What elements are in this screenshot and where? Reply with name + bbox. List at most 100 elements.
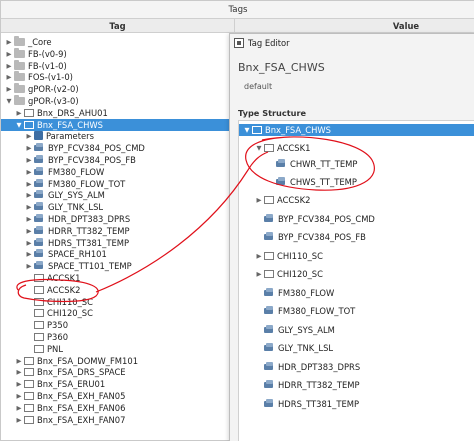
expand-arrow-icon[interactable]: ▶: [5, 36, 13, 48]
tree-item-label: HDRS_TT381_TEMP: [48, 237, 130, 248]
collapse-arrow-icon[interactable]: ▼: [243, 124, 251, 136]
expand-arrow-icon[interactable]: ▶: [255, 268, 263, 280]
expand-arrow-icon[interactable]: ▶: [25, 154, 33, 166]
expand-arrow-icon[interactable]: ▶: [25, 225, 33, 237]
tree-item[interactable]: ▶ FOS-(v1-0): [1, 71, 235, 83]
expand-arrow-icon[interactable]: ▶: [25, 166, 33, 178]
type-structure-item[interactable]: ▶ ACCSK2: [239, 194, 474, 206]
type-structure-item[interactable]: CHWR_TT_TEMP: [239, 158, 474, 170]
type-structure-item-label: FM380_FLOW_TOT: [278, 306, 356, 316]
tree-item[interactable]: P360: [1, 331, 235, 343]
tree-item[interactable]: ▼ Bnx_FSA_CHWS: [1, 118, 235, 131]
collapse-arrow-icon[interactable]: ▼: [5, 95, 13, 107]
tree-item[interactable]: P350: [1, 319, 235, 331]
tree-item[interactable]: CHI110_SC: [1, 296, 235, 308]
type-structure-item[interactable]: ▶ CHI110_SC: [239, 250, 474, 262]
tree-item[interactable]: ACCSK2: [1, 284, 235, 296]
tree-item[interactable]: ▶ FM380_FLOW: [1, 166, 235, 178]
expand-arrow-icon[interactable]: ▶: [5, 71, 13, 83]
tree-item[interactable]: ▶ SPACE_TT101_TEMP: [1, 260, 235, 272]
column-header: Tag Value: [1, 19, 474, 33]
tree-item[interactable]: ▶ Bnx_FSA_EXH_FAN07: [1, 414, 235, 426]
expand-arrow-icon[interactable]: ▶: [25, 213, 33, 225]
tag-icon: [264, 362, 275, 371]
tree-item-label: GLY_SYS_ALM: [48, 190, 105, 201]
udt-instance-icon: [24, 415, 34, 424]
expand-arrow-icon[interactable]: ▶: [25, 130, 33, 142]
tree-item[interactable]: ▶ FB-(v1-0): [1, 59, 235, 72]
expand-arrow-icon[interactable]: ▶: [15, 414, 23, 426]
tree-item[interactable]: ▶ Bnx_FSA_EXH_FAN05: [1, 390, 235, 402]
expand-arrow-icon[interactable]: ▶: [25, 178, 33, 190]
type-structure-item[interactable]: GLY_SYS_ALM: [239, 324, 474, 336]
expand-arrow-icon[interactable]: ▶: [15, 355, 23, 367]
type-structure-item[interactable]: HDRR_TT382_TEMP: [239, 379, 474, 391]
expand-arrow-icon[interactable]: ▶: [255, 194, 263, 206]
tree-item[interactable]: ▼ gPOR-(v3-0): [1, 95, 235, 107]
expand-arrow-icon[interactable]: ▶: [5, 83, 13, 95]
expand-arrow-icon[interactable]: ▶: [5, 48, 13, 60]
type-structure-item[interactable]: BYP_FCV384_POS_FB: [239, 231, 474, 243]
tag-icon: [264, 343, 275, 352]
tree-item[interactable]: ▶ HDRS_TT381_TEMP: [1, 237, 235, 249]
udt-instance-icon: [24, 356, 34, 365]
expand-arrow-icon[interactable]: ▶: [25, 260, 33, 272]
type-structure-item-label: BYP_FCV384_POS_CMD: [278, 214, 375, 224]
tree-item[interactable]: ▶ Bnx_DRS_AHU01: [1, 107, 235, 119]
type-structure-item[interactable]: GLY_TNK_LSL: [239, 342, 474, 354]
column-header-value[interactable]: Value: [361, 19, 451, 33]
type-structure-item[interactable]: HDR_DPT383_DPRS: [239, 361, 474, 373]
expand-arrow-icon[interactable]: ▶: [15, 366, 23, 378]
expand-arrow-icon[interactable]: ▶: [15, 378, 23, 390]
tree-item[interactable]: ACCSK1: [1, 272, 235, 284]
tree-item[interactable]: ▶ FM380_FLOW_TOT: [1, 178, 235, 190]
dialog-title-bar[interactable]: Tag Editor: [230, 34, 474, 52]
expand-arrow-icon[interactable]: ▶: [15, 390, 23, 402]
collapse-arrow-icon[interactable]: ▼: [255, 142, 263, 154]
tree-item[interactable]: ▶ _Core: [1, 36, 235, 48]
tree-item[interactable]: ▶ GLY_TNK_LSL: [1, 201, 235, 213]
tree-item[interactable]: ▶ Bnx_FSA_ERU01: [1, 378, 235, 390]
tree-item[interactable]: ▶ gPOR-(v2-0): [1, 83, 235, 95]
expand-arrow-icon[interactable]: ▶: [25, 189, 33, 201]
tree-item[interactable]: ▶ SPACE_RH101: [1, 248, 235, 260]
tree-item[interactable]: PNL: [1, 343, 235, 355]
tree-item[interactable]: ▶ BYP_FCV384_POS_FB: [1, 154, 235, 166]
type-structure-item[interactable]: CHWS_TT_TEMP: [239, 176, 474, 188]
expand-arrow-icon[interactable]: ▶: [25, 201, 33, 213]
expand-arrow-icon[interactable]: ▶: [25, 248, 33, 260]
expand-arrow-icon[interactable]: ▶: [255, 250, 263, 262]
tree-item[interactable]: ▶ Bnx_FSA_DRS_SPACE: [1, 366, 235, 378]
expand-arrow-icon[interactable]: ▶: [15, 402, 23, 414]
type-structure-item[interactable]: BYP_FCV384_POS_CMD: [239, 213, 474, 225]
type-structure-item[interactable]: FM380_FLOW_TOT: [239, 305, 474, 317]
tag-icon: [34, 214, 45, 223]
tree-item-label: P350: [47, 320, 69, 331]
type-structure-item[interactable]: HDRS_TT381_TEMP: [239, 398, 474, 410]
tree-item[interactable]: ▶ GLY_SYS_ALM: [1, 189, 235, 201]
expand-arrow-icon[interactable]: ▶: [25, 142, 33, 154]
expand-arrow-icon[interactable]: ▶: [5, 60, 13, 72]
tree-item[interactable]: ▶ FB-(v0-9): [1, 47, 235, 60]
column-header-tag[interactable]: Tag: [1, 19, 235, 33]
tree-item[interactable]: ▶ Parameters: [1, 130, 235, 142]
type-structure-item[interactable]: ▼ Bnx_FSA_CHWS: [239, 124, 474, 136]
expand-arrow-icon[interactable]: ▶: [25, 237, 33, 249]
tree-item[interactable]: ▶ Bnx_FSA_EXH_FAN06: [1, 402, 235, 414]
type-structure-item[interactable]: FM380_FLOW: [239, 287, 474, 299]
tree-item[interactable]: ▶ Bnx_FSA_DOMW_FM101: [1, 355, 235, 367]
folder-icon: [14, 36, 25, 46]
type-structure-item[interactable]: ▶ CHI120_SC: [239, 268, 474, 280]
expand-arrow-icon[interactable]: ▶: [15, 107, 23, 119]
tree-item-label: FM380_FLOW: [48, 166, 105, 177]
tree-item[interactable]: ▶ HDR_DPT383_DPRS: [1, 213, 235, 225]
tree-item-label: SPACE_RH101: [48, 249, 107, 260]
tree-item[interactable]: ▶ HDRR_TT382_TEMP: [1, 225, 235, 237]
tag-name: Bnx_FSA_CHWS: [238, 61, 325, 74]
type-structure-item[interactable]: ▼ ACCSK1: [239, 142, 474, 154]
tree-item-label: GLY_TNK_LSL: [48, 202, 104, 213]
tree-item[interactable]: CHI120_SC: [1, 307, 235, 319]
collapse-arrow-icon[interactable]: ▼: [15, 119, 23, 131]
tree-item-label: Bnx_FSA_DRS_SPACE: [37, 367, 126, 378]
tree-item[interactable]: ▶ BYP_FCV384_POS_CMD: [1, 142, 235, 154]
